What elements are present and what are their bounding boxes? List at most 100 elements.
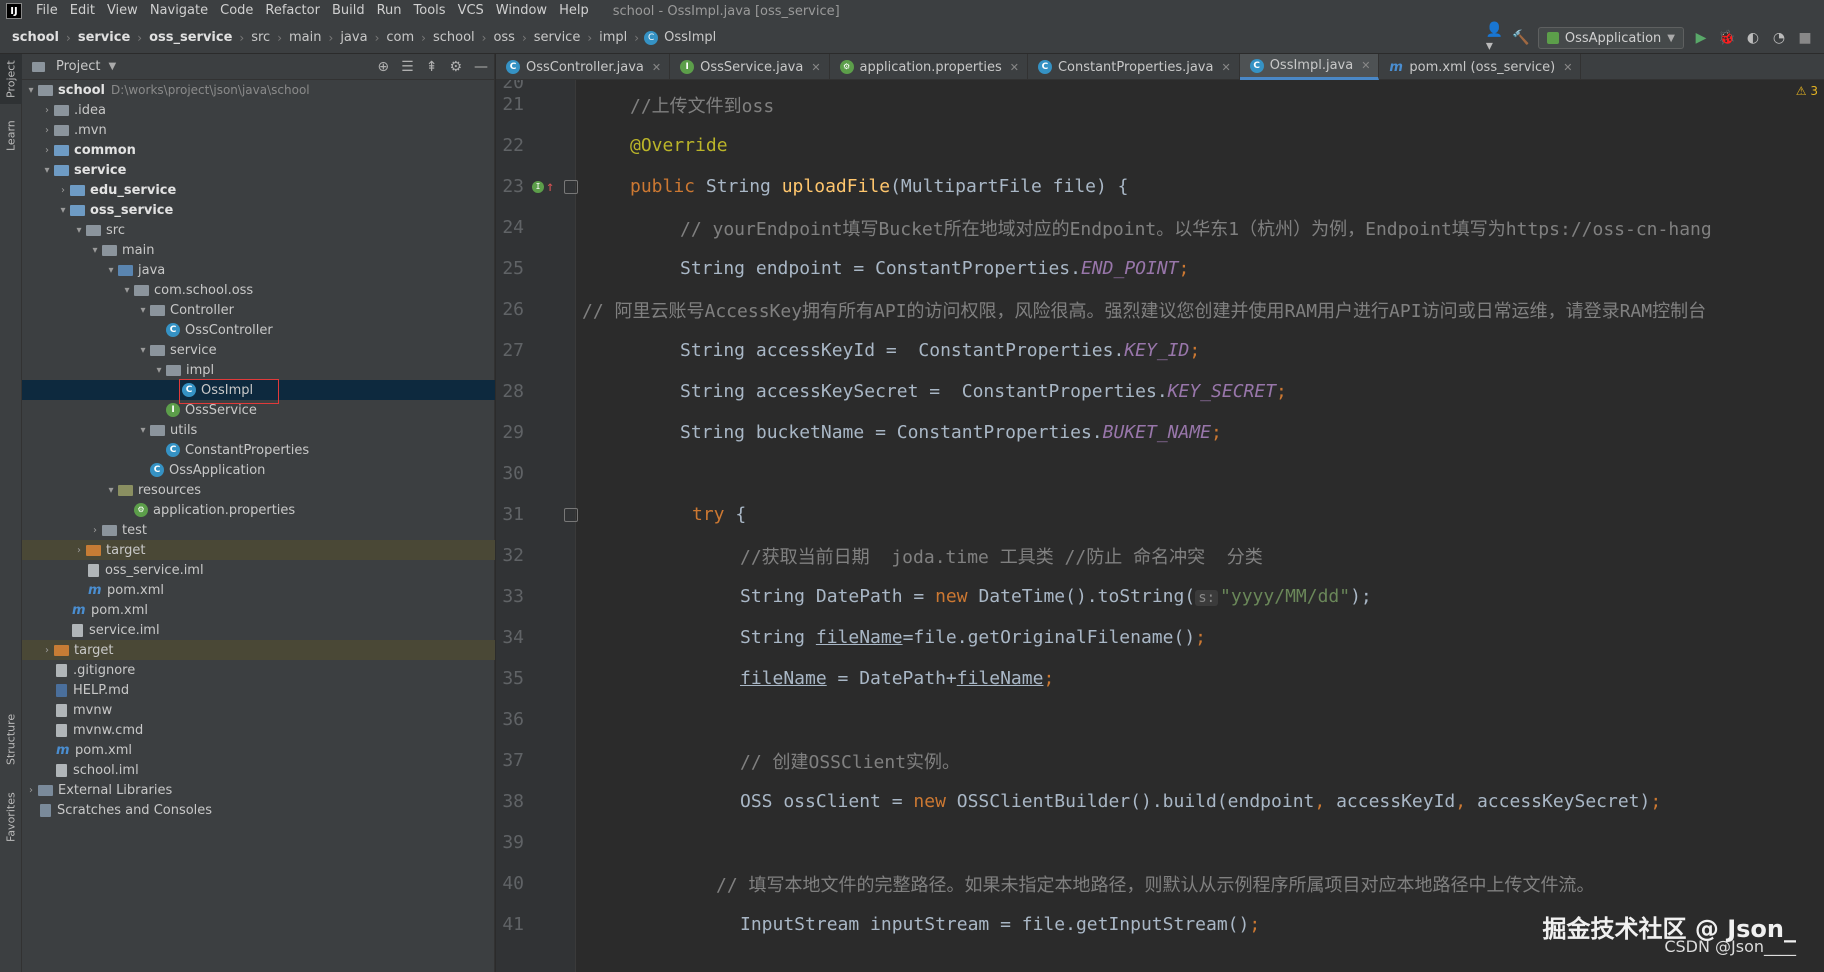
tree-row[interactable]: ▾ com.school.oss [22,280,495,300]
breadcrumb-item[interactable]: com [384,30,416,45]
tool-tab-favorites[interactable]: Favorites [0,782,22,852]
menu-edit[interactable]: Edit [64,0,101,22]
breadcrumb-item[interactable]: src [249,30,272,45]
tree-row[interactable]: › target [22,540,495,560]
breadcrumb-item[interactable]: oss_service [147,30,234,45]
stop-icon[interactable]: ■ [1796,29,1814,47]
tree-row[interactable]: › External Libraries [22,780,495,800]
hide-icon[interactable]: — [474,59,488,75]
tab-osscontroller[interactable]: C OssController.java ✕ [496,54,671,80]
breadcrumb-current[interactable]: OssImpl [662,30,718,45]
fold-icon[interactable] [564,179,578,194]
tree-row[interactable]: › .idea [22,100,495,120]
tree-row[interactable]: C ConstantProperties [22,440,495,460]
chevron-down-icon[interactable]: ▾ [152,365,166,376]
build-hammer-icon[interactable]: 🔨 [1512,29,1530,47]
tree-row[interactable]: ▾ utils [22,420,495,440]
tree-row[interactable]: Scratches and Consoles [22,800,495,820]
run-icon[interactable]: ▶ [1692,29,1710,47]
profile-icon[interactable]: ◔ [1770,29,1788,47]
tree-row[interactable]: ▾ src [22,220,495,240]
tree-row[interactable]: ▾ service [22,160,495,180]
tree-row[interactable]: m pom.xml [22,580,495,600]
tab-ossservice[interactable]: I OssService.java ✕ [670,54,830,80]
chevron-right-icon[interactable]: › [56,185,70,196]
menu-build[interactable]: Build [326,0,371,22]
chevron-down-icon[interactable]: ▾ [136,305,150,316]
tree-row[interactable]: .gitignore [22,660,495,680]
breadcrumb-item[interactable]: school [431,30,477,45]
expand-all-icon[interactable]: ☰ [401,59,414,75]
chevron-down-icon[interactable]: ▾ [120,285,134,296]
tree-row[interactable]: › .mvn [22,120,495,140]
debug-icon[interactable]: 🐞 [1718,29,1736,47]
tree-row[interactable]: › edu_service [22,180,495,200]
tree-row[interactable]: ▾ school D:\works\project\json\java\school [22,80,495,100]
tool-tab-structure[interactable]: Structure [0,704,22,774]
breadcrumb-item[interactable]: service [532,30,583,45]
gear-icon[interactable]: ⚙ [449,59,462,75]
menu-file[interactable]: File [30,0,64,22]
tree-row[interactable]: m pom.xml [22,600,495,620]
tree-row[interactable]: ▾ main [22,240,495,260]
tab-pom-xml[interactable]: m pom.xml (oss_service) ✕ [1379,54,1582,80]
menu-window[interactable]: Window [490,0,553,22]
tab-application-properties[interactable]: ⚙ application.properties ✕ [830,54,1028,80]
arrow-up-icon[interactable]: ↑ [546,179,554,195]
chevron-right-icon[interactable]: › [40,105,54,116]
breadcrumb-item[interactable]: main [287,30,323,45]
menu-navigate[interactable]: Navigate [144,0,214,22]
chevron-right-icon[interactable]: › [40,645,54,656]
breadcrumb-item[interactable]: service [76,30,132,45]
tree-row[interactable]: › test [22,520,495,540]
tree-row[interactable]: mvnw [22,700,495,720]
close-icon[interactable]: ✕ [1361,59,1370,72]
tree-row[interactable]: ▾ resources [22,480,495,500]
project-view-selector[interactable]: Project [56,59,100,74]
chevron-down-icon[interactable]: ▾ [136,345,150,356]
menu-vcs[interactable]: VCS [452,0,490,22]
tree-row[interactable]: ▾ service [22,340,495,360]
tree-row[interactable]: school.iml [22,760,495,780]
close-icon[interactable]: ✕ [1010,61,1019,74]
chevron-right-icon[interactable]: › [40,145,54,156]
tree-row[interactable]: ▾ oss_service [22,200,495,220]
tree-row[interactable]: C OssApplication [22,460,495,480]
tree-row[interactable]: ▾ impl [22,360,495,380]
chevron-right-icon[interactable]: › [72,545,86,556]
tree-row[interactable]: › target [22,640,495,660]
chevron-down-icon[interactable]: ▾ [88,245,102,256]
tree-row[interactable]: ▾ java [22,260,495,280]
chevron-right-icon[interactable]: › [88,525,102,536]
breadcrumb-item[interactable]: oss [491,30,517,45]
chevron-right-icon[interactable]: › [24,785,38,796]
chevron-down-icon[interactable]: ▾ [104,265,118,276]
breadcrumb-item[interactable]: impl [597,30,629,45]
chevron-down-icon[interactable]: ▾ [136,425,150,436]
fold-icon[interactable] [564,507,578,522]
tree-row[interactable]: mvnw.cmd [22,720,495,740]
breadcrumb-item[interactable]: java [338,30,369,45]
collapse-all-icon[interactable]: ⇞ [426,59,438,75]
tree-row[interactable]: ⚙ application.properties [22,500,495,520]
chevron-down-icon[interactable]: ▾ [24,85,38,96]
chevron-down-icon[interactable]: ▾ [72,225,86,236]
tree-row[interactable]: › common [22,140,495,160]
menu-run[interactable]: Run [371,0,408,22]
coverage-icon[interactable]: ◐ [1744,29,1762,47]
tab-constantproperties[interactable]: C ConstantProperties.java ✕ [1028,54,1240,80]
chevron-right-icon[interactable]: › [40,125,54,136]
tree-row[interactable]: C OssController [22,320,495,340]
tree-row[interactable]: HELP.md [22,680,495,700]
implements-gutter-icon[interactable]: I [532,180,544,193]
close-icon[interactable]: ✕ [652,61,661,74]
locate-file-icon[interactable]: ⊕ [377,59,389,75]
menu-code[interactable]: Code [214,0,259,22]
menu-refactor[interactable]: Refactor [259,0,326,22]
chevron-down-icon[interactable]: ▾ [104,485,118,496]
tab-ossimpl[interactable]: C OssImpl.java ✕ [1239,54,1380,80]
run-configuration-select[interactable]: OssApplication ▼ [1537,27,1684,49]
tool-tab-project[interactable]: Project [0,54,22,104]
chevron-down-icon[interactable]: ▾ [56,205,70,216]
menu-view[interactable]: View [101,0,144,22]
